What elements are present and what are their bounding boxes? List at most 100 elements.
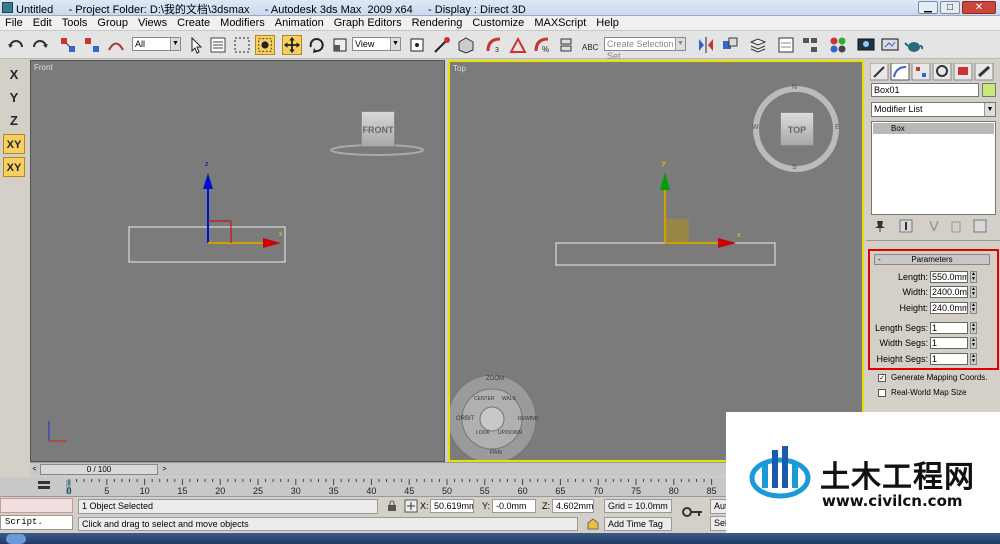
select-and-link-icon[interactable]: [58, 35, 78, 55]
mirror-icon[interactable]: [696, 35, 716, 55]
undo-icon[interactable]: [6, 35, 26, 55]
wheel-updown[interactable]: UP/DOWN: [498, 430, 522, 436]
show-end-result-icon[interactable]: [899, 219, 913, 233]
material-editor-icon[interactable]: [828, 35, 848, 55]
steering-wheel-center[interactable]: [479, 406, 505, 432]
menu-group[interactable]: Group: [92, 16, 133, 30]
remove-modifier-icon[interactable]: [951, 221, 961, 233]
minimize-button[interactable]: ▁: [918, 1, 938, 14]
display-tab-icon[interactable]: [953, 63, 973, 81]
wheel-walk[interactable]: WALK: [502, 396, 516, 402]
width-segs-field[interactable]: 1: [930, 337, 968, 349]
reference-coordinate-dropdown[interactable]: View ▼: [352, 37, 401, 51]
rollout-collapse-toggle[interactable]: -: [878, 255, 881, 264]
menu-help[interactable]: Help: [591, 16, 624, 30]
viewcube[interactable]: FRONT: [361, 111, 395, 147]
unlink-selection-icon[interactable]: [82, 35, 102, 55]
pivot-center-icon[interactable]: [407, 35, 427, 55]
wheel-look[interactable]: LOOK: [476, 430, 490, 436]
wheel-zoom[interactable]: ZOOM: [486, 376, 504, 382]
x-coord-field[interactable]: 50.619mm: [430, 499, 474, 513]
modifier-stack[interactable]: Box: [871, 121, 996, 215]
select-and-scale-icon[interactable]: [330, 35, 350, 55]
width-segs-spinner[interactable]: ▲ ▼: [970, 337, 977, 349]
render-setup-icon[interactable]: [856, 35, 876, 55]
width-spinner[interactable]: ▲ ▼: [970, 286, 977, 298]
wheel-pan[interactable]: PAN: [490, 450, 502, 456]
create-tab-icon[interactable]: [870, 63, 889, 81]
named-selection-sets-dropdown[interactable]: Create Selection Set ▼: [604, 37, 686, 61]
pin-stack-icon[interactable]: [875, 221, 885, 232]
spinner-snap-icon[interactable]: [556, 35, 576, 55]
length-segs-field[interactable]: 1: [930, 322, 968, 334]
constraint-plane-button[interactable]: XY: [3, 157, 25, 177]
viewport-top[interactable]: Top TOP N E S W y x ZOOM ORBIT CENTER WA…: [448, 60, 864, 462]
time-slider-thumb[interactable]: 0 / 100: [40, 464, 158, 475]
select-and-rotate-icon[interactable]: [306, 35, 326, 55]
quick-render-teapot-icon[interactable]: [904, 35, 924, 55]
curve-editor-icon[interactable]: [776, 35, 796, 55]
configure-modifier-sets-icon[interactable]: [973, 219, 987, 233]
hierarchy-tab-icon[interactable]: [911, 63, 931, 81]
menu-graph-editors[interactable]: Graph Editors: [329, 16, 407, 30]
constraint-xy-button[interactable]: XY: [3, 134, 25, 154]
menu-create[interactable]: Create: [172, 16, 215, 30]
height-segs-field[interactable]: 1: [930, 353, 968, 365]
menu-edit[interactable]: Edit: [28, 16, 57, 30]
viewport-front[interactable]: Front FRONT z x: [30, 60, 445, 462]
lock-selection-icon[interactable]: [386, 500, 398, 512]
modify-tab-icon[interactable]: [890, 63, 910, 81]
modifier-list-dropdown[interactable]: Modifier List ▼: [871, 102, 996, 117]
snaps-toggle-icon[interactable]: 3: [484, 35, 504, 55]
percent-snap-icon[interactable]: %: [532, 35, 552, 55]
edit-named-selection-icon[interactable]: ABC: [580, 35, 600, 55]
selection-region-icon[interactable]: [232, 35, 252, 55]
generate-mapping-checkbox[interactable]: ✓: [878, 374, 886, 382]
time-tag-icon[interactable]: [586, 517, 600, 531]
menu-customize[interactable]: Customize: [467, 16, 529, 30]
constraint-y-button[interactable]: Y: [3, 88, 25, 108]
window-crossing-icon[interactable]: [255, 35, 275, 55]
make-unique-icon[interactable]: [929, 220, 939, 232]
box-outline[interactable]: [555, 242, 776, 266]
start-button[interactable]: [6, 534, 26, 544]
width-field[interactable]: 2400.0mm: [930, 286, 968, 298]
object-color-swatch[interactable]: [982, 83, 996, 97]
select-object-icon[interactable]: [186, 35, 206, 55]
menu-maxscript[interactable]: MAXScript: [529, 16, 591, 30]
rendered-frame-window-icon[interactable]: [880, 35, 900, 55]
align-icon[interactable]: [720, 35, 740, 55]
wheel-center[interactable]: CENTER: [474, 396, 495, 402]
generate-mapping-option[interactable]: ✓ Generate Mapping Coords.: [878, 373, 998, 385]
length-field[interactable]: 550.0mm: [930, 271, 968, 283]
menu-views[interactable]: Views: [133, 16, 172, 30]
constraint-z-button[interactable]: Z: [3, 111, 25, 131]
layer-manager-icon[interactable]: [748, 35, 768, 55]
keyboard-shortcut-override-icon[interactable]: [456, 35, 476, 55]
time-slider-next-icon[interactable]: >: [160, 464, 169, 475]
constraint-x-button[interactable]: X: [3, 65, 25, 85]
motion-tab-icon[interactable]: [932, 63, 952, 81]
maximize-button[interactable]: □: [940, 1, 960, 14]
length-spinner[interactable]: ▲ ▼: [970, 271, 977, 283]
wheel-rewind[interactable]: REWIND: [518, 416, 538, 422]
close-button[interactable]: ✕: [962, 1, 996, 14]
absolute-mode-transform-icon[interactable]: [404, 499, 418, 513]
select-by-name-icon[interactable]: [208, 35, 228, 55]
maxscript-mini-listener[interactable]: Script.: [0, 515, 73, 530]
menu-tools[interactable]: Tools: [57, 16, 93, 30]
viewcube[interactable]: TOP: [780, 112, 814, 146]
wheel-orbit[interactable]: ORBIT: [456, 416, 474, 422]
menu-animation[interactable]: Animation: [270, 16, 329, 30]
length-segs-spinner[interactable]: ▲ ▼: [970, 322, 977, 334]
z-coord-field[interactable]: 4.602mm: [552, 499, 594, 513]
height-segs-spinner[interactable]: ▲ ▼: [970, 353, 977, 365]
y-coord-field[interactable]: -0.0mm: [492, 499, 536, 513]
real-world-map-size-option[interactable]: Real-World Map Size: [878, 388, 998, 400]
height-spinner[interactable]: ▲ ▼: [970, 302, 977, 314]
stack-item-box[interactable]: Box: [873, 123, 994, 134]
add-time-tag-button[interactable]: Add Time Tag: [604, 517, 672, 531]
angle-snap-icon[interactable]: [508, 35, 528, 55]
select-and-manipulate-icon[interactable]: [432, 35, 452, 55]
redo-icon[interactable]: [30, 35, 50, 55]
